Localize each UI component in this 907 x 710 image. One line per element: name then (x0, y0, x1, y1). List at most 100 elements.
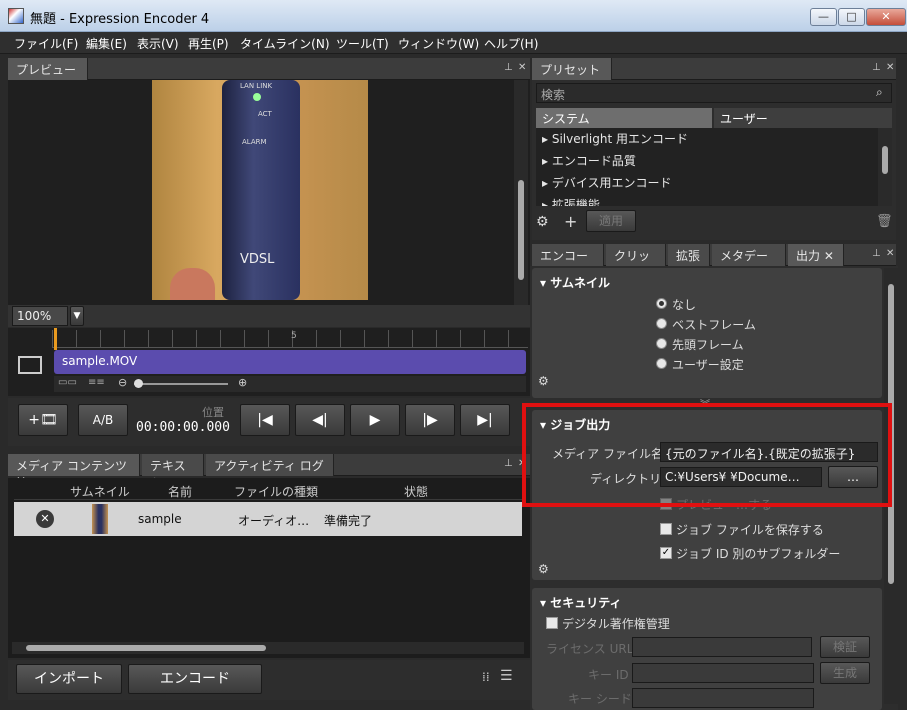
skip-start-button[interactable]: |◀ (240, 404, 290, 436)
gear-icon[interactable]: ⚙ (538, 374, 549, 388)
preview-scrollbar[interactable] (514, 80, 528, 305)
timeline-clip[interactable]: sample.MOV (54, 350, 526, 374)
highlight-box (522, 403, 892, 507)
tab-preview[interactable]: プレビュー (8, 58, 88, 80)
gear-icon[interactable]: ⚙ (536, 214, 549, 230)
thumbnail-radio-first[interactable] (656, 338, 667, 349)
key-seed-input[interactable] (632, 688, 814, 708)
thumbnail-radio-none[interactable] (656, 298, 667, 309)
drm-checkbox[interactable] (546, 617, 558, 629)
generate-button[interactable]: 生成 (820, 662, 870, 684)
tab-presets[interactable]: プリセット (532, 58, 612, 80)
remove-icon[interactable]: ✕ (36, 510, 54, 528)
media-list: サムネイル 名前 ファイルの種類 状態 ✕ sample オーディオ… 準備完了 (8, 478, 530, 658)
tab-system[interactable]: システム (536, 108, 712, 128)
apply-button[interactable]: 適用 (586, 210, 636, 232)
search-input[interactable]: 検索 (536, 83, 892, 103)
license-url-input[interactable] (632, 637, 812, 657)
add-icon[interactable]: + (564, 212, 577, 231)
verify-button[interactable]: 検証 (820, 636, 870, 658)
close-icon[interactable]: ✕ (886, 62, 894, 73)
gear-icon[interactable]: ⚙ (538, 562, 549, 576)
step-back-button[interactable]: ◀| (295, 404, 345, 436)
device-image: LAN LINK ACT ALARM VDSL (222, 80, 300, 300)
pin-icon[interactable]: ⊥ (504, 62, 513, 73)
tab-activity-log[interactable]: アクティビティ ログ (206, 454, 334, 476)
chevron-down-icon[interactable]: ▼ (70, 306, 84, 326)
thumbnail-radio-best[interactable] (656, 318, 667, 329)
window-title: 無題 - Expression Encoder 4 (30, 12, 210, 27)
table-row[interactable]: ✕ sample オーディオ… 準備完了 (14, 502, 522, 536)
playhead[interactable] (54, 328, 57, 350)
zoom-slider-handle[interactable] (134, 379, 143, 388)
ab-compare-button[interactable]: A/B (78, 404, 128, 436)
film-icon (18, 356, 42, 374)
add-leader-button[interactable]: +🎞 (18, 404, 68, 436)
thumbnail-image (92, 504, 108, 534)
thumbnail-heading[interactable]: ▾ サムネイル (540, 274, 610, 291)
media-table-header: サムネイル 名前 ファイルの種類 状態 (14, 480, 522, 500)
transport-bar: +🎞 A/B 位置 00:00:00.000 |◀ ◀| ▶ |▶ ▶| (8, 398, 530, 446)
preset-scrollbar[interactable] (878, 128, 892, 206)
menu-edit[interactable]: 編集(E) (86, 35, 127, 52)
track-view-icon[interactable]: ≡≡ (88, 377, 105, 388)
media-hscrollbar[interactable] (12, 642, 524, 654)
pin-icon[interactable]: ⊥ (504, 458, 513, 469)
trash-icon[interactable]: 🗑 (876, 214, 893, 229)
step-forward-button[interactable]: |▶ (405, 404, 455, 436)
save-job-checkbox[interactable] (660, 523, 672, 535)
zoom-slider[interactable] (134, 383, 228, 385)
menu-tools[interactable]: ツール(T) (336, 35, 389, 52)
list-item[interactable]: ▸ Silverlight 用エンコード (542, 130, 688, 147)
preset-list: ▸ Silverlight 用エンコード ▸ エンコード品質 ▸ デバイス用エン… (536, 128, 892, 206)
play-button[interactable]: ▶ (350, 404, 400, 436)
grid-view-icon[interactable]: ⁞⁞ (482, 670, 490, 684)
menu-bar: ファイル(F) 編集(E) 表示(V) 再生(P) タイムライン(N) ツール(… (0, 32, 907, 54)
tab-media-content[interactable]: メディア コンテンツ ✕ (8, 454, 140, 488)
tab-user[interactable]: ユーザー (714, 108, 892, 128)
search-icon: ⌕ (876, 85, 883, 99)
tab-metadata[interactable]: メタデータ (712, 244, 786, 280)
key-id-input[interactable] (632, 663, 814, 683)
video-frame: LAN LINK ACT ALARM VDSL (152, 80, 368, 300)
skip-end-button[interactable]: ▶| (460, 404, 510, 436)
tab-text[interactable]: テキスト (142, 454, 204, 490)
clip-view-icon[interactable]: ▭▭ (58, 377, 77, 388)
maximize-button[interactable]: □ (838, 8, 865, 26)
menu-help[interactable]: ヘルプ(H) (484, 35, 538, 52)
zoom-in-icon[interactable]: ⊕ (238, 376, 247, 389)
list-item[interactable]: ▸ エンコード品質 (542, 152, 636, 169)
menu-play[interactable]: 再生(P) (188, 35, 229, 52)
tab-extension[interactable]: 拡張 (668, 244, 710, 266)
app-icon (8, 8, 24, 24)
close-icon[interactable]: ✕ (518, 62, 526, 73)
presets-header: プリセット ⊥ ✕ (532, 58, 896, 80)
tab-output[interactable]: 出力 ✕ (788, 244, 844, 266)
zoom-out-icon[interactable]: ⊖ (118, 376, 127, 389)
close-icon[interactable]: ✕ (886, 248, 894, 259)
pin-icon[interactable]: ⊥ (872, 62, 881, 73)
list-view-icon[interactable]: ☰ (500, 668, 513, 684)
menu-timeline[interactable]: タイムライン(N) (240, 35, 330, 52)
import-button[interactable]: インポート (16, 664, 122, 694)
thumbnail-radio-custom[interactable] (656, 358, 667, 369)
preview-area: LAN LINK ACT ALARM VDSL (8, 80, 530, 305)
list-item[interactable]: ▸ デバイス用エンコード (542, 174, 672, 191)
list-item[interactable]: ▸ 拡張機能 (542, 196, 600, 206)
tab-clip[interactable]: クリップ (606, 244, 666, 280)
close-button[interactable]: ✕ (866, 8, 906, 26)
finger-image (170, 268, 215, 300)
menu-window[interactable]: ウィンドウ(W) (398, 35, 479, 52)
encode-button[interactable]: エンコード (128, 664, 262, 694)
security-heading[interactable]: ▾ セキュリティ (540, 594, 621, 611)
minimize-button[interactable]: — (810, 8, 837, 26)
menu-file[interactable]: ファイル(F) (14, 35, 78, 52)
pin-icon[interactable]: ⊥ (872, 248, 881, 259)
media-toolbar: インポート エンコード ⁞⁞ ☰ (8, 660, 530, 700)
menu-view[interactable]: 表示(V) (137, 35, 179, 52)
subfolder-checkbox[interactable]: ✓ (660, 547, 672, 559)
preview-header: プレビュー ⊥ ✕ (8, 58, 530, 80)
tab-encode[interactable]: エンコード (532, 244, 604, 280)
timeline-ruler[interactable] (52, 330, 528, 348)
zoom-select[interactable]: 100% (12, 306, 68, 326)
